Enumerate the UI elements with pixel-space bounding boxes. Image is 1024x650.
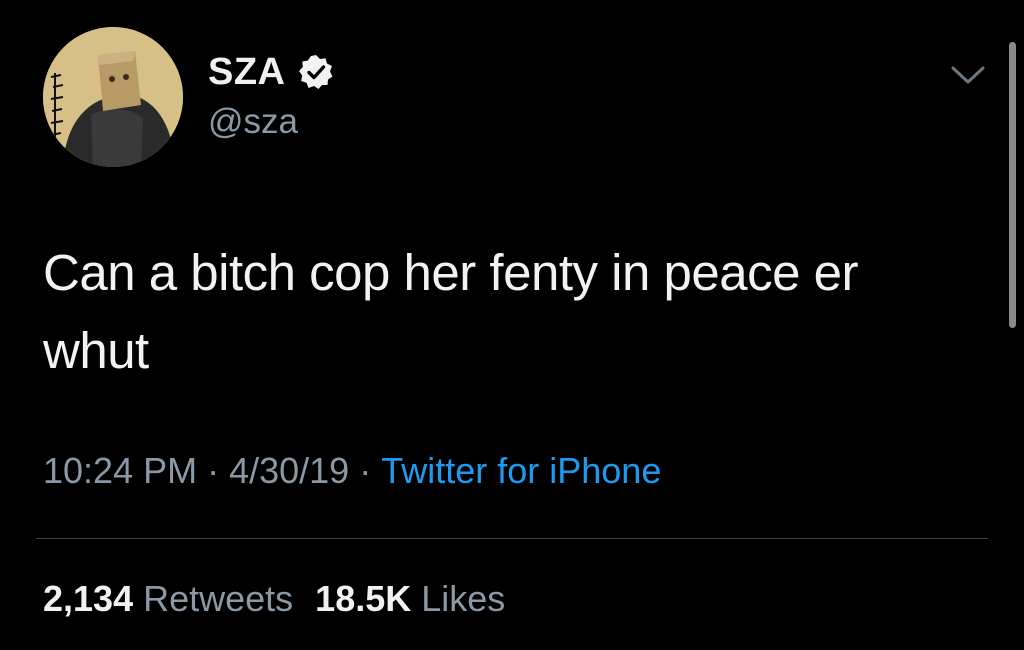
tweet-source-link[interactable]: Twitter for iPhone [381, 450, 661, 491]
scrollbar-thumb[interactable] [1009, 42, 1016, 328]
retweets-count: 2,134 [43, 578, 134, 619]
tweet-text-line: whut [43, 322, 149, 379]
chevron-down-icon[interactable] [950, 62, 986, 88]
author-display-name[interactable]: SZA [208, 51, 286, 94]
tweet-stats: 2,134 Retweets 18.5K Likes [43, 578, 505, 620]
verified-badge-icon [298, 55, 332, 89]
likes-stat[interactable]: 18.5K Likes [315, 578, 505, 620]
tweet-time[interactable]: 10:24 PM [43, 450, 197, 491]
author-avatar[interactable] [43, 27, 183, 167]
tweet-text: Can a bitch cop her fenty in peace er wh… [43, 234, 993, 390]
meta-separator: · [207, 450, 220, 491]
retweets-label: Retweets [143, 578, 294, 619]
divider [36, 538, 988, 539]
author-name-row: SZA [208, 50, 334, 94]
likes-count: 18.5K [315, 578, 412, 619]
avatar-image [43, 27, 183, 167]
tweet-detail: SZA @sza Can a bitch cop her fenty in pe… [0, 0, 1024, 650]
author-handle[interactable]: @sza [208, 102, 298, 142]
tweet-text-line: Can a bitch cop her fenty in peace er [43, 244, 859, 301]
meta-separator: · [359, 450, 372, 491]
tweet-date[interactable]: 4/30/19 [229, 450, 349, 491]
likes-label: Likes [421, 578, 506, 619]
tweet-meta: 10:24 PM · 4/30/19 · Twitter for iPhone [43, 450, 661, 492]
retweets-stat[interactable]: 2,134 Retweets [43, 578, 293, 620]
